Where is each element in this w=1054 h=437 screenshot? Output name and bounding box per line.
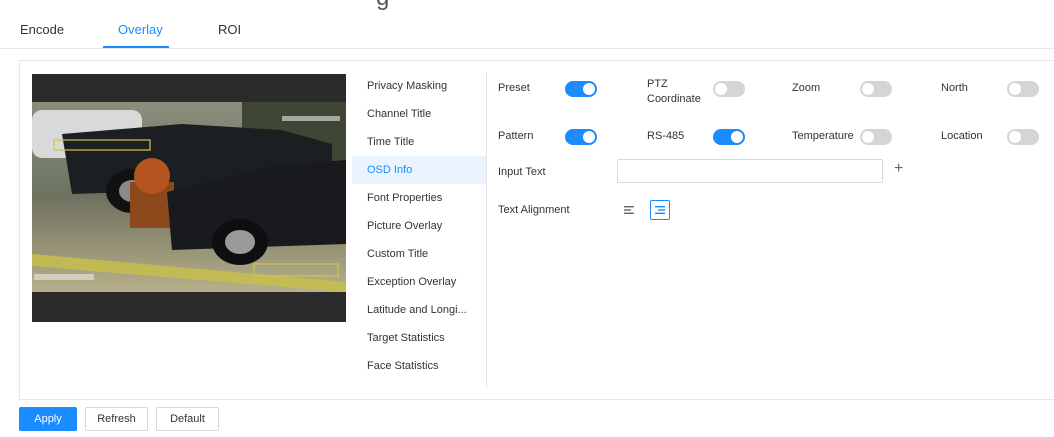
cropped-heading-glyph: g: [376, 0, 389, 12]
align-left-icon[interactable]: [619, 200, 639, 220]
refresh-button[interactable]: Refresh: [85, 407, 148, 431]
input-text-field[interactable]: [617, 159, 883, 183]
location-label: Location: [941, 130, 983, 142]
temperature-toggle[interactable]: [860, 129, 892, 145]
apply-button[interactable]: Apply: [19, 407, 77, 431]
preset-label: Preset: [498, 82, 530, 94]
menu-item-picture-overlay[interactable]: Picture Overlay: [352, 212, 486, 240]
menu-item-custom-title[interactable]: Custom Title: [352, 240, 486, 268]
menu-item-latitude-longitude[interactable]: Latitude and Longi...: [352, 296, 486, 324]
video-preview: [32, 74, 346, 322]
menu-item-time-title[interactable]: Time Title: [352, 128, 486, 156]
temperature-label: Temperature: [792, 130, 854, 142]
menu-item-font-properties[interactable]: Font Properties: [352, 184, 486, 212]
menu-item-face-statistics[interactable]: Face Statistics: [352, 352, 486, 380]
rs485-label: RS-485: [647, 130, 685, 142]
overlay-submenu: Privacy Masking Channel Title Time Title…: [352, 72, 487, 388]
add-text-plus-icon[interactable]: +: [894, 160, 903, 178]
tab-overlay[interactable]: Overlay: [118, 22, 163, 37]
zoom-toggle[interactable]: [860, 81, 892, 97]
tab-bar: Encode Overlay ROI: [0, 14, 1054, 49]
pattern-toggle[interactable]: [565, 129, 597, 145]
input-text-label: Input Text: [498, 166, 546, 178]
pattern-label: Pattern: [498, 130, 534, 142]
location-toggle[interactable]: [1007, 129, 1039, 145]
default-button[interactable]: Default: [156, 407, 219, 431]
north-label: North: [941, 82, 968, 94]
menu-item-target-statistics[interactable]: Target Statistics: [352, 324, 486, 352]
preset-toggle[interactable]: [565, 81, 597, 97]
ptz-coordinate-toggle[interactable]: [713, 81, 745, 97]
cropped-heading-fragment: g: [0, 0, 1054, 14]
north-toggle[interactable]: [1007, 81, 1039, 97]
rs485-toggle[interactable]: [713, 129, 745, 145]
ptz-coordinate-label: PTZ Coordinate: [647, 78, 701, 105]
align-right-icon[interactable]: [650, 200, 670, 220]
menu-item-privacy-masking[interactable]: Privacy Masking: [352, 72, 486, 100]
menu-item-osd-info[interactable]: OSD Info: [352, 156, 486, 184]
tab-encode[interactable]: Encode: [20, 22, 64, 37]
text-alignment-label: Text Alignment: [498, 204, 570, 216]
zoom-label: Zoom: [792, 82, 821, 94]
active-tab-underline: [103, 46, 169, 48]
menu-item-exception-overlay[interactable]: Exception Overlay: [352, 268, 486, 296]
camera-snapshot-image: [32, 74, 346, 322]
tab-roi[interactable]: ROI: [218, 22, 241, 37]
menu-item-channel-title[interactable]: Channel Title: [352, 100, 486, 128]
